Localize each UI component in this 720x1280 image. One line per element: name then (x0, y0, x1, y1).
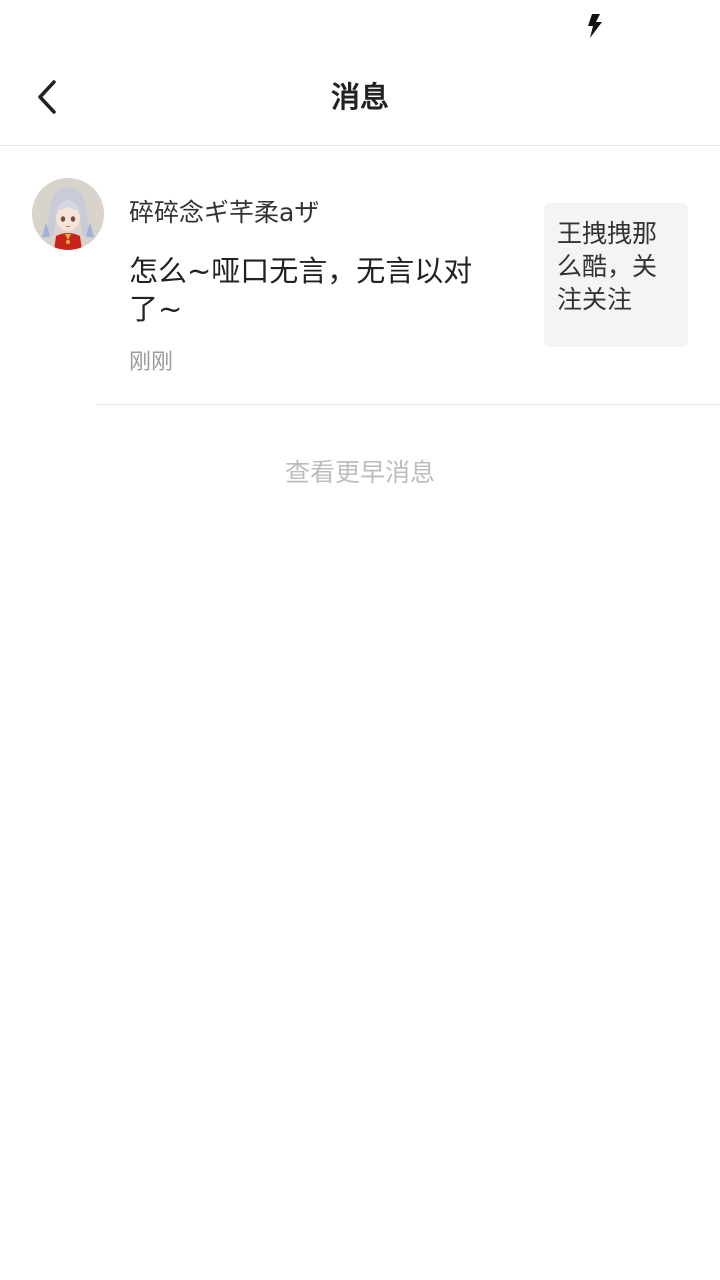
status-bar (0, 0, 720, 52)
timestamp: 刚刚 (129, 350, 174, 375)
avatar[interactable] (32, 178, 104, 250)
page-title: 消息 (330, 80, 389, 114)
view-earlier-messages-link[interactable]: 查看更早消息 (0, 455, 720, 491)
message-item[interactable]: 碎碎念ギ芊柔aザ 怎么~哑口无言，无言以对了~ 刚刚 王拽拽那么酷，关注关注 (0, 146, 720, 404)
messages-page: 消息 碎碎念ギ芊柔aザ 怎么~哑口无言，无言以对了~ 刚刚 王拽拽那么酷，关注关… (0, 0, 720, 1280)
sender-name[interactable]: 碎碎念ギ芊柔aザ (129, 196, 319, 230)
lightning-bolt-icon (588, 14, 602, 38)
avatar-image (32, 178, 104, 250)
quoted-post[interactable]: 王拽拽那么酷，关注关注 (544, 203, 688, 347)
comment-text: 怎么~哑口无言，无言以对了~ (129, 254, 473, 326)
divider (96, 404, 720, 405)
header: 消息 (0, 52, 720, 146)
